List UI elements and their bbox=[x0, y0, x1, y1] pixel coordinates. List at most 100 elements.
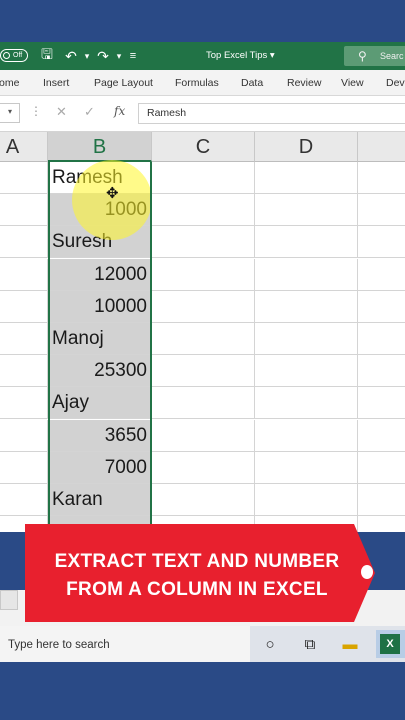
cell-a[interactable] bbox=[0, 323, 48, 355]
tab-review[interactable]: Review bbox=[287, 77, 321, 89]
video-frame: Off 🖫 ↶ ▾ ↷ ▾ ≡ Top Excel Tips ▾ ⚲ Searc… bbox=[0, 0, 405, 720]
search-label: Searc bbox=[380, 51, 404, 61]
customize-toolbar-icon[interactable]: ≡ bbox=[124, 47, 142, 65]
cell-a[interactable] bbox=[0, 162, 48, 194]
cell-e[interactable] bbox=[358, 323, 405, 355]
tab-data[interactable]: Data bbox=[241, 77, 263, 89]
taskbar-search-input[interactable]: Type here to search bbox=[0, 626, 250, 662]
cell-e[interactable] bbox=[358, 420, 405, 452]
cell-c[interactable] bbox=[152, 355, 255, 388]
cell-c[interactable] bbox=[152, 162, 255, 194]
cell-e[interactable] bbox=[358, 387, 405, 420]
cortana-icon[interactable]: ○ bbox=[258, 632, 282, 656]
cell-e[interactable] bbox=[358, 355, 405, 388]
cell-b[interactable]: 3650 bbox=[48, 419, 152, 452]
cell-d[interactable] bbox=[255, 290, 358, 323]
cell-d[interactable] bbox=[255, 355, 358, 388]
caption-banner: EXTRACT TEXT AND NUMBER FROM A COLUMN IN… bbox=[25, 524, 375, 622]
cell-a[interactable] bbox=[0, 226, 48, 259]
cell-c[interactable] bbox=[152, 323, 255, 355]
cell-c[interactable] bbox=[152, 194, 255, 227]
cell-b[interactable]: Suresh bbox=[48, 226, 152, 259]
cell-d[interactable] bbox=[255, 226, 358, 259]
tab-formulas[interactable]: Formulas bbox=[175, 77, 219, 89]
cell-c[interactable] bbox=[152, 226, 255, 259]
save-icon[interactable]: 🖫 bbox=[38, 46, 56, 65]
enter-icon[interactable]: ✓ bbox=[84, 104, 95, 120]
cell-d[interactable] bbox=[255, 194, 358, 227]
banner-dot bbox=[361, 565, 373, 579]
name-box-dropdown-icon[interactable]: ▾ bbox=[8, 107, 12, 116]
cell-d[interactable] bbox=[255, 258, 358, 291]
tab-page-layout[interactable]: Page Layout bbox=[94, 77, 153, 89]
cell-c[interactable] bbox=[152, 258, 255, 291]
active-cell[interactable]: Ramesh bbox=[48, 162, 152, 194]
cell-b[interactable]: Karan bbox=[48, 484, 152, 516]
cell-c[interactable] bbox=[152, 290, 255, 323]
cell-d[interactable] bbox=[255, 484, 358, 516]
cell-b[interactable]: 25300 bbox=[48, 355, 152, 388]
cell-e[interactable] bbox=[358, 516, 405, 532]
cell-e[interactable] bbox=[358, 194, 405, 227]
title-bar: Off 🖫 ↶ ▾ ↷ ▾ ≡ Top Excel Tips ▾ ⚲ Searc bbox=[0, 42, 405, 70]
formula-bar-grip-icon: ⋮ bbox=[30, 104, 42, 118]
cell-e[interactable] bbox=[358, 452, 405, 484]
cancel-icon[interactable]: ✕ bbox=[56, 104, 67, 120]
cell-a[interactable] bbox=[0, 290, 48, 323]
task-view-icon[interactable]: ⧉ bbox=[298, 632, 322, 656]
cell-b[interactable]: 10000 bbox=[48, 290, 152, 323]
name-box[interactable]: ▾ bbox=[0, 103, 20, 123]
column-header-a[interactable]: A bbox=[0, 132, 48, 162]
tab-home[interactable]: ome bbox=[0, 77, 19, 89]
cell-e[interactable] bbox=[358, 226, 405, 259]
cell-a[interactable] bbox=[0, 194, 48, 227]
cell-d[interactable] bbox=[255, 162, 358, 194]
search-box[interactable]: ⚲ Searc bbox=[344, 46, 405, 66]
cell-b[interactable]: Ajay bbox=[48, 387, 152, 420]
workbook-title[interactable]: Top Excel Tips ▾ bbox=[206, 50, 275, 61]
cell-c[interactable] bbox=[152, 484, 255, 516]
cell-a[interactable] bbox=[0, 258, 48, 291]
cell-a[interactable] bbox=[0, 451, 48, 484]
cell-d[interactable] bbox=[255, 387, 358, 420]
cursor-icon: ✥ bbox=[106, 185, 119, 202]
formula-input[interactable]: Ramesh bbox=[138, 103, 405, 124]
banner-line-1: EXTRACT TEXT AND NUMBER bbox=[54, 551, 340, 572]
cell-a[interactable] bbox=[0, 387, 48, 420]
file-explorer-icon[interactable]: ▬ bbox=[338, 632, 362, 656]
cell-b[interactable]: 1000 bbox=[48, 194, 152, 227]
cell-d[interactable] bbox=[255, 451, 358, 484]
banner-line-2: FROM A COLUMN IN EXCEL bbox=[66, 579, 328, 600]
column-header-b[interactable]: B bbox=[48, 132, 152, 162]
sheet-scroll-control[interactable] bbox=[0, 590, 18, 610]
excel-taskbar-button[interactable]: X bbox=[376, 630, 405, 658]
column-header-d[interactable]: D bbox=[255, 132, 358, 162]
cell-c[interactable] bbox=[152, 419, 255, 452]
autosave-state: Off bbox=[13, 52, 23, 59]
ribbon-tabs: ome Insert Page Layout Formulas Data Rev… bbox=[0, 70, 405, 96]
worksheet-grid: A B C D Ramesh 1000 Suresh 12000 10000 Manoj 2… bbox=[0, 132, 405, 532]
cell-e[interactable] bbox=[358, 259, 405, 291]
cell-d[interactable] bbox=[255, 323, 358, 355]
cell-a[interactable] bbox=[0, 355, 48, 388]
formula-bar: ▾ ⋮ ✕ ✓ fx Ramesh bbox=[0, 96, 405, 132]
cell-a[interactable] bbox=[0, 419, 48, 452]
cell-c[interactable] bbox=[152, 451, 255, 484]
windows-taskbar: Type here to search ○ ⧉ ▬ X bbox=[0, 626, 405, 662]
cell-a[interactable] bbox=[0, 484, 48, 516]
tab-insert[interactable]: Insert bbox=[43, 77, 69, 89]
tab-view[interactable]: View bbox=[341, 77, 364, 89]
column-header-c[interactable]: C bbox=[152, 132, 255, 162]
column-header-e[interactable] bbox=[358, 132, 405, 162]
cell-e[interactable] bbox=[358, 484, 405, 516]
autosave-toggle[interactable]: Off bbox=[0, 49, 28, 62]
cell-e[interactable] bbox=[358, 291, 405, 323]
tab-developer[interactable]: Deve bbox=[386, 77, 405, 89]
cell-b[interactable]: 12000 bbox=[48, 258, 152, 291]
cell-b[interactable]: Manoj bbox=[48, 323, 152, 355]
cell-c[interactable] bbox=[152, 387, 255, 420]
cell-b[interactable]: 7000 bbox=[48, 451, 152, 484]
insert-function-icon[interactable]: fx bbox=[114, 104, 125, 118]
cell-d[interactable] bbox=[255, 419, 358, 452]
cell-e[interactable] bbox=[358, 162, 405, 194]
